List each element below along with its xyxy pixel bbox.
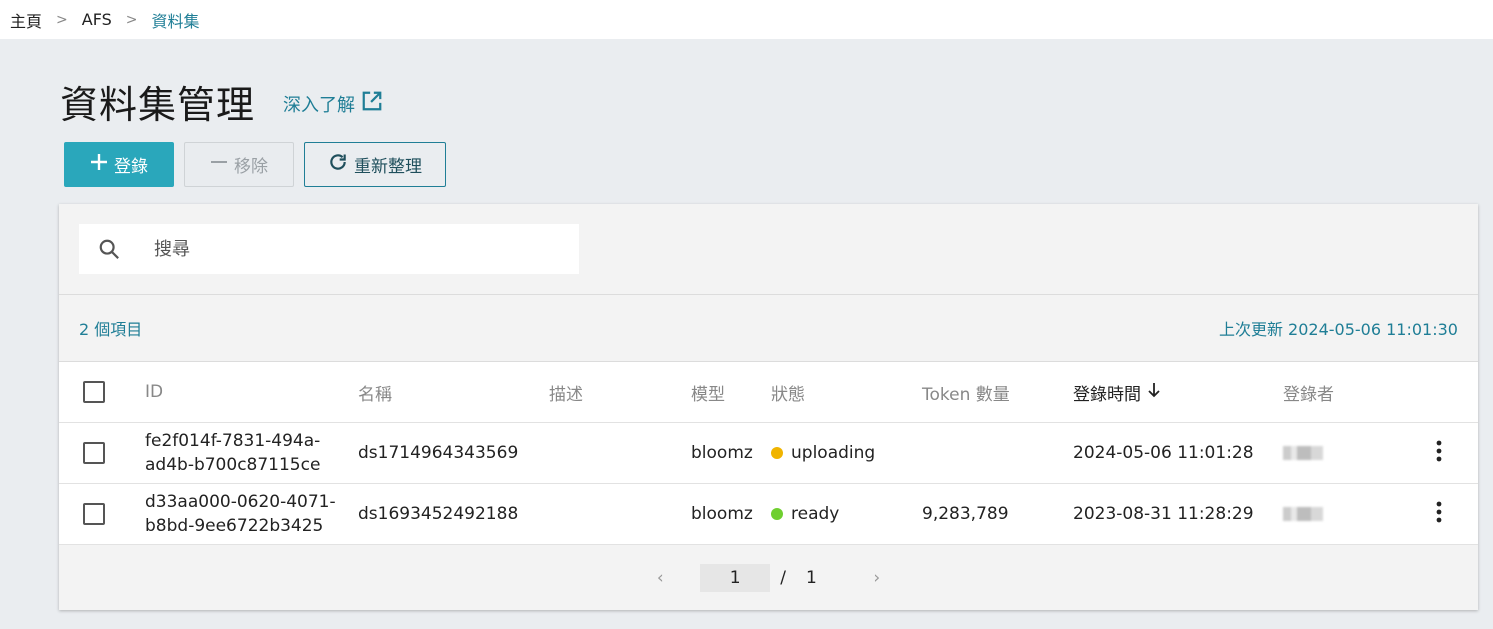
select-all-checkbox[interactable] [83,381,105,403]
status-dot-icon [771,508,783,520]
total-pages: 1 [805,567,817,588]
page-title: 資料集管理 [60,83,256,127]
more-vertical-icon [1436,501,1442,528]
row-name: ds1714964343569 [358,443,519,463]
refresh-icon [328,152,348,177]
breadcrumb-afs[interactable]: AFS [82,10,112,29]
breadcrumb-current: 資料集 [151,11,200,31]
row-menu-button[interactable] [1429,484,1449,544]
more-vertical-icon [1436,440,1442,467]
row-status: ready [771,484,839,544]
header-id[interactable]: ID [145,362,163,422]
register-button[interactable]: 登錄 [64,142,174,187]
select-all-cell [83,362,105,422]
row-id-line1: d33aa000-0620-4071- [145,492,336,512]
row-registered-time: 2024-05-06 11:01:28 [1073,443,1254,463]
row-id-line2: ad4b-b700c87115ce [145,455,321,475]
row-checkbox-cell [83,423,105,483]
search-area [59,204,1478,295]
breadcrumb-home[interactable]: 主頁 [10,8,42,32]
summary-bar: 2 個項目 上次更新 2024-05-06 11:01:30 [59,295,1478,362]
status-dot-icon [771,447,783,459]
header-status[interactable]: 狀態 [771,362,805,422]
refresh-button[interactable]: 重新整理 [304,142,446,187]
header-token-count[interactable]: Token 數量 [922,362,1010,422]
row-name: ds1693452492188 [358,504,519,524]
page-separator: / [780,567,786,588]
row-id-line1: fe2f014f-7831-494a- [145,431,321,451]
current-page-input[interactable]: 1 [700,563,771,592]
register-label: 登錄 [114,157,148,177]
row-model: bloomz [691,504,753,524]
row-status: uploading [771,423,875,483]
header-name[interactable]: 名稱 [358,362,392,422]
table-row: fe2f014f-7831-494a- ad4b-b700c87115ce ds… [59,423,1478,484]
arrow-down-icon [1147,382,1161,403]
item-count: 2 個項目 [79,320,143,339]
header-registered-time[interactable]: 登錄時間 [1073,362,1161,422]
last-updated: 上次更新 2024-05-06 11:01:30 [1218,320,1458,339]
learn-more-label: 深入了解 [283,94,355,116]
row-checkbox[interactable] [83,503,105,525]
minus-icon [210,153,228,176]
learn-more-link[interactable]: 深入了解 [283,90,383,117]
plus-icon [90,153,108,176]
breadcrumb-separator: > [125,11,138,28]
prev-page-chevron-left-icon[interactable]: ‹ [650,568,670,588]
row-id: fe2f014f-7831-494a- ad4b-b700c87115ce [145,423,320,483]
dataset-table: ID 名稱 描述 模型 狀態 Token 數量 登錄時間 登錄者 fe2f014… [59,362,1478,545]
breadcrumb-separator: > [56,11,68,28]
next-page-chevron-right-icon[interactable]: › [867,568,887,588]
search-input[interactable] [154,238,554,260]
header-registered-time-label: 登錄時間 [1073,384,1141,405]
row-registered-time: 2023-08-31 11:28:29 [1073,504,1254,524]
header-description[interactable]: 描述 [549,362,583,422]
refresh-label: 重新整理 [354,157,422,177]
redacted-user-avatar [1283,507,1323,521]
status-label: ready [791,504,840,524]
external-link-icon [361,90,383,117]
row-id: d33aa000-0620-4071- b8bd-9ee6722b3425 [145,484,336,544]
row-checkbox-cell [83,484,105,544]
pagination: ‹ 1 / 1 › [59,545,1478,610]
dataset-card: 2 個項目 上次更新 2024-05-06 11:01:30 ID 名稱 描述 … [59,204,1478,610]
header-registered-by[interactable]: 登錄者 [1283,362,1334,422]
search-icon [79,238,139,260]
row-registered-by [1283,423,1323,483]
header-model[interactable]: 模型 [691,362,725,422]
breadcrumb: 主頁 > AFS > 資料集 [0,0,1493,39]
row-registered-by [1283,484,1323,544]
table-row: d33aa000-0620-4071- b8bd-9ee6722b3425 ds… [59,484,1478,545]
status-label: uploading [791,443,876,463]
search-box [79,224,579,274]
table-header-row: ID 名稱 描述 模型 狀態 Token 數量 登錄時間 登錄者 [59,362,1478,423]
row-checkbox[interactable] [83,442,105,464]
row-id-line2: b8bd-9ee6722b3425 [145,516,324,536]
redacted-user-avatar [1283,446,1323,460]
row-menu-button[interactable] [1429,423,1449,483]
row-model: bloomz [691,443,753,463]
remove-label: 移除 [234,157,268,177]
remove-button[interactable]: 移除 [184,142,294,187]
row-token-count: 9,283,789 [922,504,1009,524]
